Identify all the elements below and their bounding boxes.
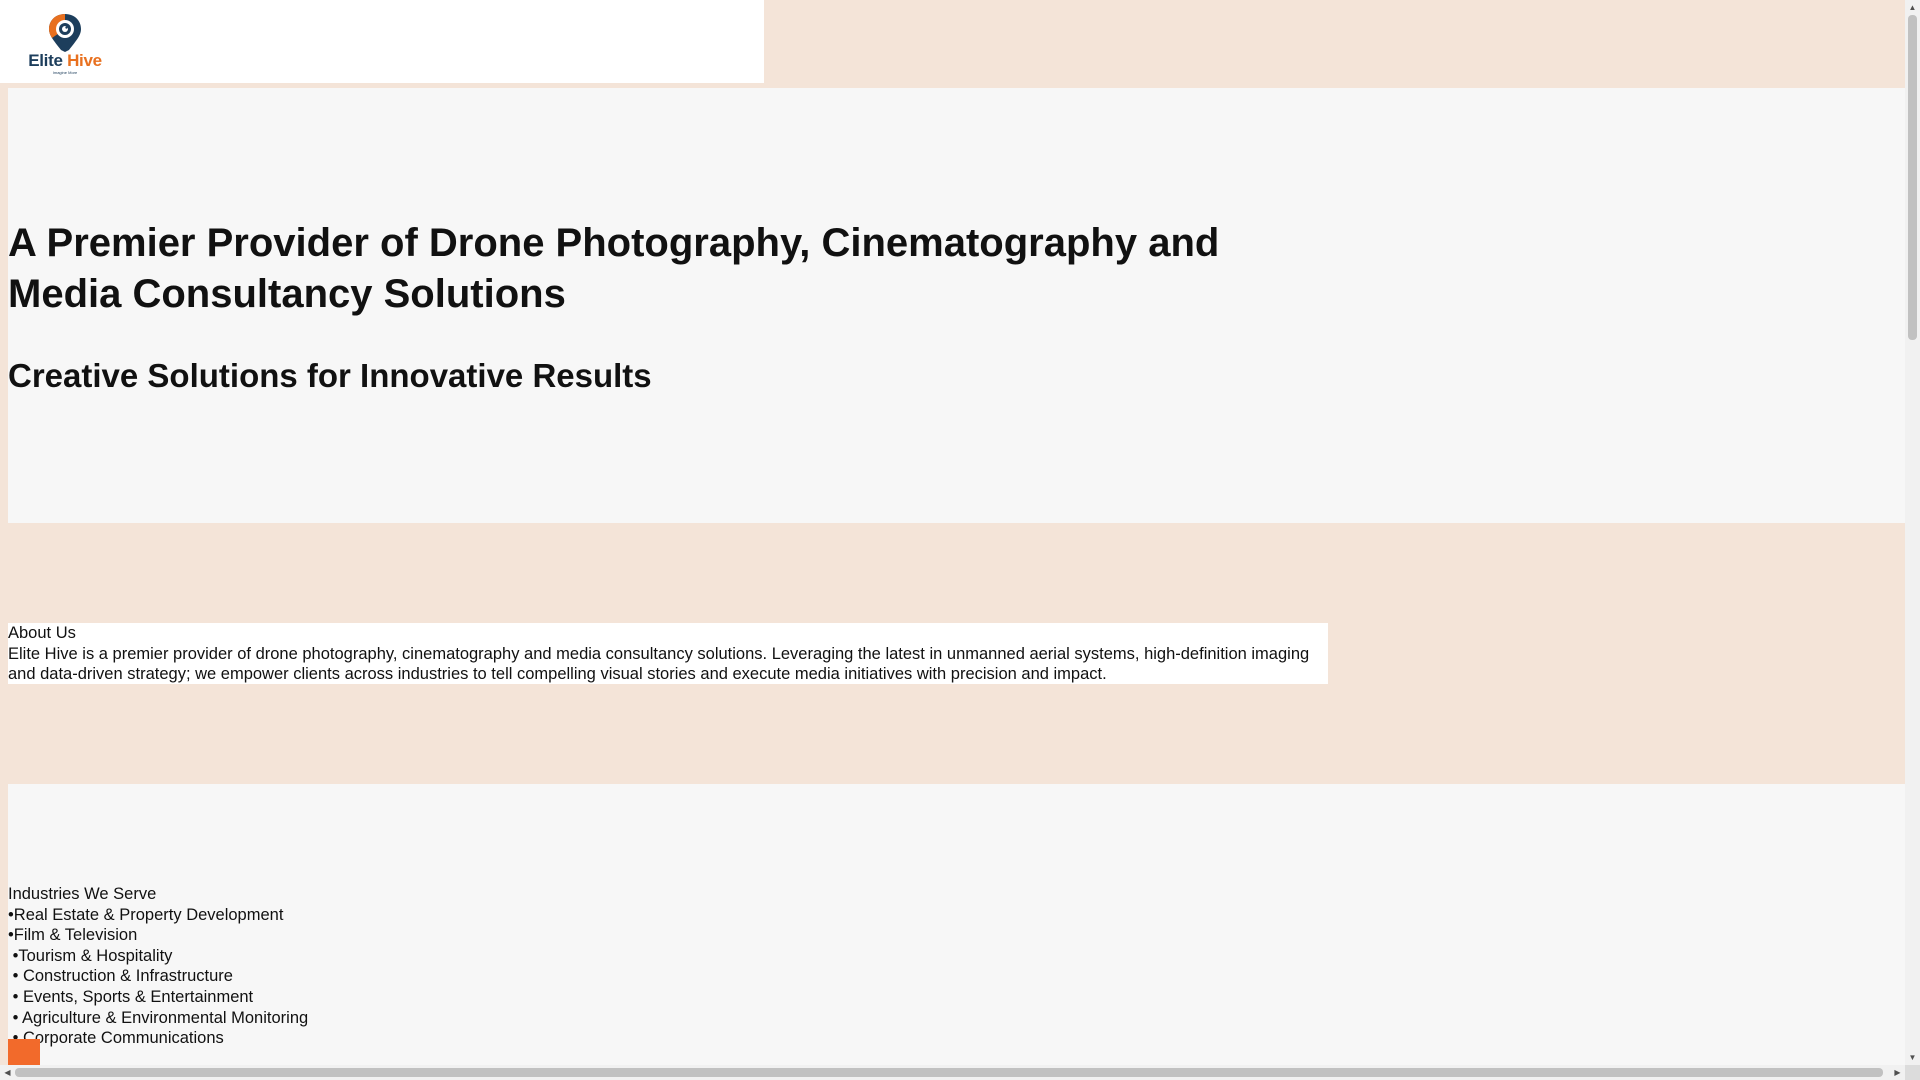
industry-item: •Tourism & Hospitality bbox=[8, 946, 173, 965]
industry-item: •Film & Television bbox=[8, 926, 138, 945]
about-body: Elite Hive is a premier provider of dron… bbox=[8, 644, 1310, 684]
logo-brand-second: Hive bbox=[67, 51, 102, 70]
hero-heading-line2: Media Consultancy Solutions bbox=[8, 272, 566, 316]
industries-section: Industries We Serve •Real Estate & Prope… bbox=[8, 784, 1905, 1080]
scroll-left-arrow-icon[interactable]: ◀ bbox=[0, 1065, 15, 1080]
scrollbar-corner bbox=[1905, 1065, 1920, 1080]
industry-item: • Agriculture & Environmental Monitoring bbox=[8, 1008, 309, 1027]
about-section: About Us Elite Hive is a premier provide… bbox=[8, 623, 1328, 684]
scroll-right-arrow-icon[interactable]: ▶ bbox=[1890, 1065, 1905, 1080]
hero-heading-line1: A Premier Provider of Drone Photography,… bbox=[8, 221, 1220, 265]
industries-title: Industries We Serve bbox=[8, 885, 157, 903]
hero-section: A Premier Provider of Drone Photography,… bbox=[8, 88, 1905, 523]
horizontal-scrollbar[interactable]: ◀ ▶ bbox=[0, 1065, 1905, 1080]
industry-item: • Events, Sports & Entertainment bbox=[8, 987, 254, 1006]
camera-pin-icon bbox=[49, 14, 81, 52]
industries-content: Industries We Serve •Real Estate & Prope… bbox=[8, 884, 308, 1049]
industry-item: • Construction & Infrastructure bbox=[8, 967, 233, 986]
scroll-up-arrow-icon[interactable]: ▲ bbox=[1905, 0, 1920, 15]
site-header: Elite Hive Imagine More bbox=[0, 0, 764, 83]
industry-item: •Real Estate & Property Development bbox=[8, 905, 284, 924]
logo-tagline: Imagine More bbox=[52, 70, 78, 75]
site-logo[interactable]: Elite Hive Imagine More bbox=[28, 12, 102, 76]
logo-wordmark: Elite Hive bbox=[28, 52, 102, 70]
vertical-scroll-thumb[interactable] bbox=[1908, 15, 1917, 340]
industry-item: • Corporate Communications bbox=[8, 1029, 224, 1048]
scroll-down-arrow-icon[interactable]: ▼ bbox=[1905, 1050, 1920, 1065]
horizontal-scroll-thumb[interactable] bbox=[15, 1068, 1883, 1077]
page: Elite Hive Imagine More A Premier Provid… bbox=[0, 0, 1920, 1080]
scroll-to-top-button[interactable] bbox=[8, 1039, 40, 1065]
vertical-scrollbar[interactable]: ▲ ▼ bbox=[1905, 0, 1920, 1080]
hero-subheading: Creative Solutions for Innovative Result… bbox=[8, 357, 652, 394]
about-title: About Us bbox=[8, 624, 76, 642]
logo-brand-first: Elite bbox=[28, 51, 63, 70]
hero-heading: A Premier Provider of Drone Photography,… bbox=[8, 218, 1308, 320]
